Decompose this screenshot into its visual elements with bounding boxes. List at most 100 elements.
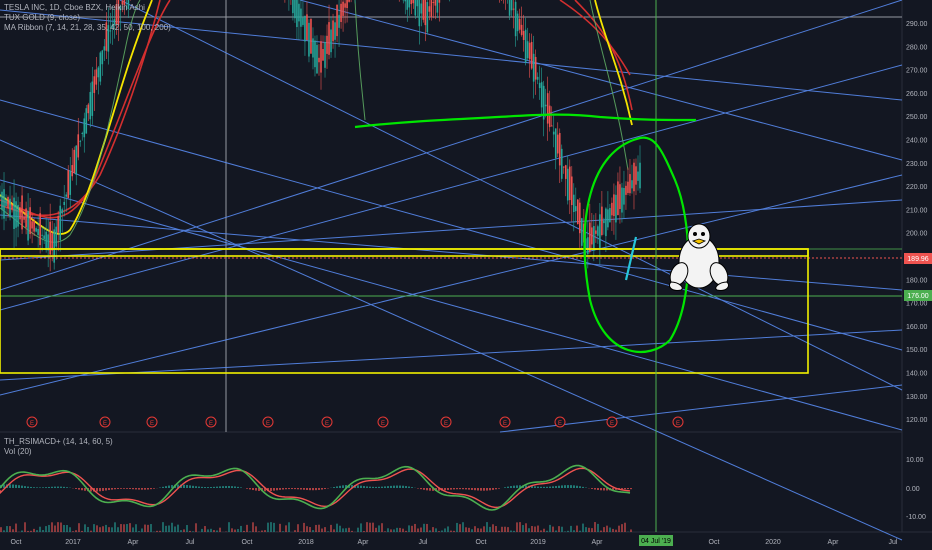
histogram-bar xyxy=(252,488,254,491)
candle-body xyxy=(59,205,61,241)
legend-indicator-ma-ribbon[interactable]: MA Ribbon (7, 14, 21, 28, 35, 42, 50, 10… xyxy=(4,23,171,32)
volume-bar xyxy=(237,529,239,532)
histogram-bar xyxy=(369,486,371,488)
legend-oscillator-volume[interactable]: Vol (20) xyxy=(4,447,32,456)
candle-body xyxy=(605,208,607,237)
volume-bar xyxy=(36,530,38,532)
candle-body xyxy=(570,176,573,206)
earnings-marker[interactable]: E xyxy=(377,416,389,428)
earnings-marker[interactable]: E xyxy=(499,416,511,428)
volume-bar xyxy=(504,526,506,532)
histogram-bar xyxy=(450,488,452,490)
volume-bar xyxy=(462,522,464,532)
volume-bar xyxy=(573,530,575,532)
volume-bar xyxy=(369,522,371,532)
volume-bar xyxy=(534,526,536,532)
earnings-marker[interactable]: E xyxy=(262,416,274,428)
earnings-marker[interactable]: E xyxy=(205,416,217,428)
volume-bar xyxy=(372,522,374,532)
volume-bar xyxy=(6,526,8,532)
volume-bar xyxy=(501,526,503,532)
candle-body xyxy=(334,22,336,40)
price-chart[interactable]: E E E E E E E E E E E E 290.00 280.00 270.00 260.00 250… xyxy=(0,0,932,550)
histogram-bar xyxy=(285,488,287,490)
candle-body xyxy=(103,46,106,51)
volume-bar xyxy=(207,529,209,532)
histogram-bar xyxy=(396,485,398,488)
histogram-bar xyxy=(213,486,215,488)
histogram-bar xyxy=(336,486,338,488)
candle-body xyxy=(97,67,100,78)
earnings-marker[interactable]: E xyxy=(606,416,618,428)
volume-bar xyxy=(258,531,260,532)
volume-bar xyxy=(126,524,128,532)
time-tick: Oct xyxy=(11,539,22,546)
volume-bar xyxy=(51,522,53,532)
candle-body xyxy=(572,194,575,213)
candle-body xyxy=(538,82,541,89)
earnings-marker[interactable]: E xyxy=(672,416,684,428)
candle-body xyxy=(410,0,413,5)
svg-text:E: E xyxy=(381,421,385,427)
volume-bar xyxy=(333,529,335,532)
time-tick: Oct xyxy=(709,539,720,546)
candle-body xyxy=(408,0,411,8)
earnings-marker[interactable]: E xyxy=(440,416,452,428)
volume-bar xyxy=(630,529,632,532)
volume-bar xyxy=(555,530,557,532)
legend-indicator-tux-gold[interactable]: TUX GOLD (9, close) xyxy=(4,13,80,22)
volume-bar xyxy=(519,522,521,532)
candle-body xyxy=(21,195,23,230)
volume-bar xyxy=(546,530,548,532)
histogram-bar xyxy=(81,488,83,491)
histogram-bar xyxy=(600,488,602,491)
histogram-bar xyxy=(510,486,512,488)
histogram-bar xyxy=(423,488,425,490)
candle-body xyxy=(544,104,547,107)
histogram-bar xyxy=(186,485,188,488)
candle-body xyxy=(336,4,338,37)
candle-body xyxy=(87,104,90,114)
candle-body xyxy=(556,134,559,154)
volume-bar xyxy=(414,523,416,532)
volume-bar xyxy=(624,522,626,532)
candle-body xyxy=(416,0,419,7)
histogram-bar xyxy=(60,486,62,488)
volume-bar xyxy=(171,522,173,532)
earnings-marker[interactable]: E xyxy=(146,416,158,428)
candle-body xyxy=(412,0,415,4)
legend-symbol[interactable]: TESLA INC, 1D, Cboe BZX, Heikin Ashi xyxy=(4,3,145,12)
volume-bar xyxy=(432,527,434,532)
candle-body xyxy=(27,211,29,241)
volume-bar xyxy=(390,529,392,532)
legend-oscillator-rsimacd[interactable]: TH_RSIMACD+ (14, 14, 60, 5) xyxy=(4,437,113,446)
earnings-marker[interactable]: E xyxy=(99,416,111,428)
volume-bar xyxy=(282,531,284,532)
svg-text:E: E xyxy=(325,421,329,427)
candle-body xyxy=(304,15,306,42)
histogram-bar xyxy=(144,488,146,490)
volume-bar xyxy=(429,530,431,532)
volume-bar xyxy=(57,522,59,532)
earnings-marker[interactable]: E xyxy=(321,416,333,428)
volume-bar xyxy=(114,522,116,532)
volume-bar xyxy=(621,524,623,532)
volume-bar xyxy=(513,530,515,532)
candle-body xyxy=(1,191,3,210)
histogram-bar xyxy=(99,488,101,492)
earnings-marker[interactable]: E xyxy=(554,416,566,428)
candle-body xyxy=(613,194,615,217)
candle-body xyxy=(597,226,599,236)
histogram-bar xyxy=(231,486,233,488)
histogram-bar xyxy=(576,485,578,488)
histogram-bar xyxy=(111,488,113,490)
histogram-bar xyxy=(276,488,278,491)
volume-bar xyxy=(12,529,14,532)
histogram-bar xyxy=(219,486,221,488)
histogram-bar xyxy=(84,488,86,491)
volume-bar xyxy=(177,524,179,532)
volume-bar xyxy=(336,523,338,532)
earnings-marker[interactable]: E xyxy=(26,416,38,428)
volume-bar xyxy=(549,524,551,532)
svg-text:04 Jul '19: 04 Jul '19 xyxy=(641,538,671,545)
